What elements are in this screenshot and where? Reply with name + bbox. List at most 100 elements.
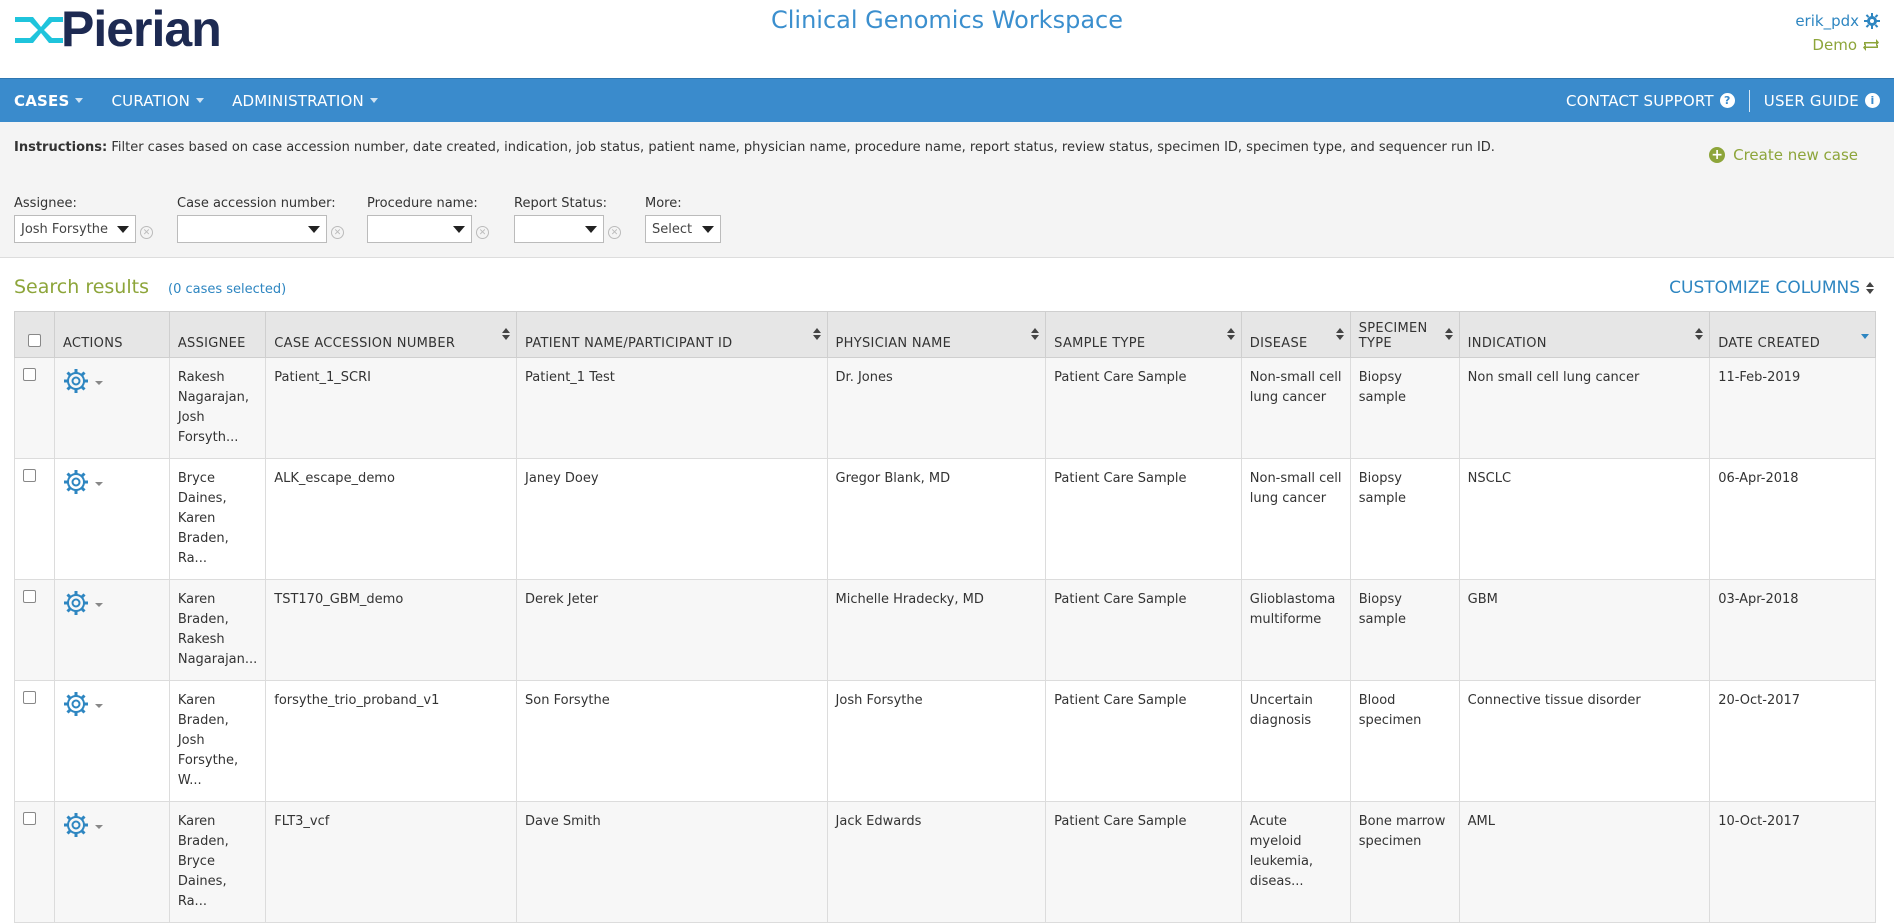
clear-icon[interactable]: ✕	[140, 226, 153, 239]
actions-menu[interactable]	[63, 812, 161, 838]
row-checkbox[interactable]	[23, 368, 36, 381]
results-header: Search results (0 cases selected) CUSTOM…	[0, 258, 1894, 310]
nav-cases[interactable]: CASES	[0, 92, 97, 110]
procedure-select[interactable]	[367, 215, 472, 243]
switch-icon[interactable]	[1862, 38, 1880, 52]
user-block: erik_pdx Demo	[1795, 12, 1880, 54]
gear-icon[interactable]	[63, 812, 89, 838]
accession-cell[interactable]: forsythe_trio_proband_v1	[265, 680, 518, 802]
row-checkbox[interactable]	[23, 590, 36, 603]
filter-panel: Instructions: Filter cases based on case…	[0, 122, 1894, 258]
dropdown-arrow-icon	[308, 225, 320, 233]
report-status-filter: Report Status: ✕	[514, 196, 621, 243]
main-navbar: CASES CURATION ADMINISTRATION CONTACT SU…	[0, 78, 1894, 122]
assignee-cell: Karen Braden, Josh Forsythe, W...	[168, 680, 267, 802]
nav-administration[interactable]: ADMINISTRATION	[218, 92, 392, 110]
chevron-down-icon	[94, 603, 103, 607]
user-guide-link[interactable]: USER GUIDE i	[1750, 92, 1894, 110]
sort-icon[interactable]	[812, 328, 821, 340]
accession-filter: Case accession number: ✕	[177, 196, 344, 243]
patient-cell: Patient_1 Test	[516, 357, 828, 459]
col-sample-type-label: SAMPLE TYPE	[1054, 336, 1146, 351]
col-actions: ACTIONS	[53, 311, 170, 358]
col-specimen-type[interactable]: SPECIMEN TYPE	[1349, 311, 1460, 358]
dropdown-arrow-icon	[702, 225, 714, 233]
actions-menu[interactable]	[63, 469, 161, 495]
nav-curation[interactable]: CURATION	[97, 92, 218, 110]
more-filter: More: Select	[645, 196, 721, 243]
disease-cell: Non-small cell lung cancer	[1240, 458, 1351, 580]
col-sample-type[interactable]: SAMPLE TYPE	[1045, 311, 1242, 358]
actions-menu[interactable]	[63, 691, 161, 717]
chevron-down-icon	[94, 704, 103, 708]
patient-cell: Janey Doey	[516, 458, 828, 580]
accession-cell[interactable]: TST170_GBM_demo	[265, 579, 518, 681]
row-checkbox[interactable]	[23, 812, 36, 825]
col-accession[interactable]: CASE ACCESSION NUMBER	[265, 311, 518, 358]
report-status-select[interactable]	[514, 215, 604, 243]
specimen-type-cell: Bone marrow specimen	[1349, 801, 1460, 923]
question-icon: ?	[1719, 93, 1735, 108]
customize-columns-button[interactable]: CUSTOMIZE COLUMNS	[1669, 278, 1874, 298]
disease-cell: Glioblastoma multiforme	[1240, 579, 1351, 681]
accession-select[interactable]	[177, 215, 327, 243]
accession-cell[interactable]: ALK_escape_demo	[265, 458, 518, 580]
table-row: Karen Braden, Josh Forsythe, W... forsyt…	[14, 680, 1876, 802]
org-switcher[interactable]: Demo	[1795, 36, 1880, 54]
assignee-select[interactable]: Josh Forsythe	[14, 215, 136, 243]
sort-icon[interactable]	[1335, 328, 1344, 340]
accession-cell[interactable]: Patient_1_SCRI	[265, 357, 518, 459]
date-created-cell: 11-Feb-2019	[1709, 357, 1876, 459]
contact-support-link[interactable]: CONTACT SUPPORT ?	[1552, 92, 1749, 110]
specimen-type-cell: Biopsy sample	[1349, 357, 1460, 459]
col-physician[interactable]: PHYSICIAN NAME	[826, 311, 1047, 358]
chevron-down-icon	[75, 98, 84, 103]
clear-icon[interactable]: ✕	[331, 226, 344, 239]
plus-circle-icon: +	[1709, 147, 1726, 163]
gear-icon[interactable]	[63, 691, 89, 717]
gear-icon[interactable]	[63, 368, 89, 394]
accession-filter-label: Case accession number:	[177, 196, 336, 211]
sort-icon[interactable]	[502, 328, 511, 340]
actions-menu[interactable]	[63, 368, 161, 394]
org-name[interactable]: Demo	[1812, 36, 1857, 54]
gear-icon[interactable]	[1864, 13, 1880, 29]
indication-cell: NSCLC	[1458, 458, 1711, 580]
sort-desc-icon[interactable]	[1861, 334, 1869, 339]
sort-icon[interactable]	[1031, 328, 1040, 340]
procedure-filter-label: Procedure name:	[367, 196, 478, 211]
clear-icon[interactable]: ✕	[608, 226, 621, 239]
sort-icon[interactable]	[1226, 328, 1235, 340]
user-menu[interactable]: erik_pdx	[1795, 12, 1880, 30]
more-select[interactable]: Select	[645, 215, 721, 243]
sort-icon[interactable]	[1444, 328, 1453, 340]
col-date-created[interactable]: DATE CREATED	[1709, 311, 1876, 358]
sample-type-cell: Patient Care Sample	[1045, 357, 1242, 459]
chevron-down-icon	[94, 825, 103, 829]
specimen-type-cell: Blood specimen	[1349, 680, 1460, 802]
row-checkbox[interactable]	[23, 469, 36, 482]
table-header-row: ACTIONS ASSIGNEE CASE ACCESSION NUMBER P…	[14, 311, 1876, 358]
indication-cell: AML	[1458, 801, 1711, 923]
accession-cell[interactable]: FLT3_vcf	[265, 801, 518, 923]
instructions-text: Filter cases based on case accession num…	[111, 140, 1495, 155]
select-all-checkbox[interactable]	[27, 334, 41, 347]
actions-menu[interactable]	[63, 590, 161, 616]
row-checkbox[interactable]	[23, 691, 36, 704]
indication-cell: Non small cell lung cancer	[1458, 357, 1711, 459]
nav-cases-label: CASES	[14, 91, 70, 110]
sort-icon[interactable]	[1695, 328, 1704, 340]
col-patient[interactable]: PATIENT NAME/PARTICIPANT ID	[516, 311, 828, 358]
username[interactable]: erik_pdx	[1795, 12, 1859, 30]
gear-icon[interactable]	[63, 590, 89, 616]
col-indication[interactable]: INDICATION	[1458, 311, 1711, 358]
disease-cell: Uncertain diagnosis	[1240, 680, 1351, 802]
patient-cell: Son Forsythe	[516, 680, 828, 802]
chevron-down-icon	[94, 381, 103, 385]
chevron-down-icon	[196, 98, 205, 103]
clear-icon[interactable]: ✕	[476, 226, 489, 239]
create-new-case-button[interactable]: + Create new case	[1709, 146, 1858, 164]
gear-icon[interactable]	[63, 469, 89, 495]
instructions-label: Instructions:	[14, 140, 108, 155]
col-disease[interactable]: DISEASE	[1240, 311, 1351, 358]
